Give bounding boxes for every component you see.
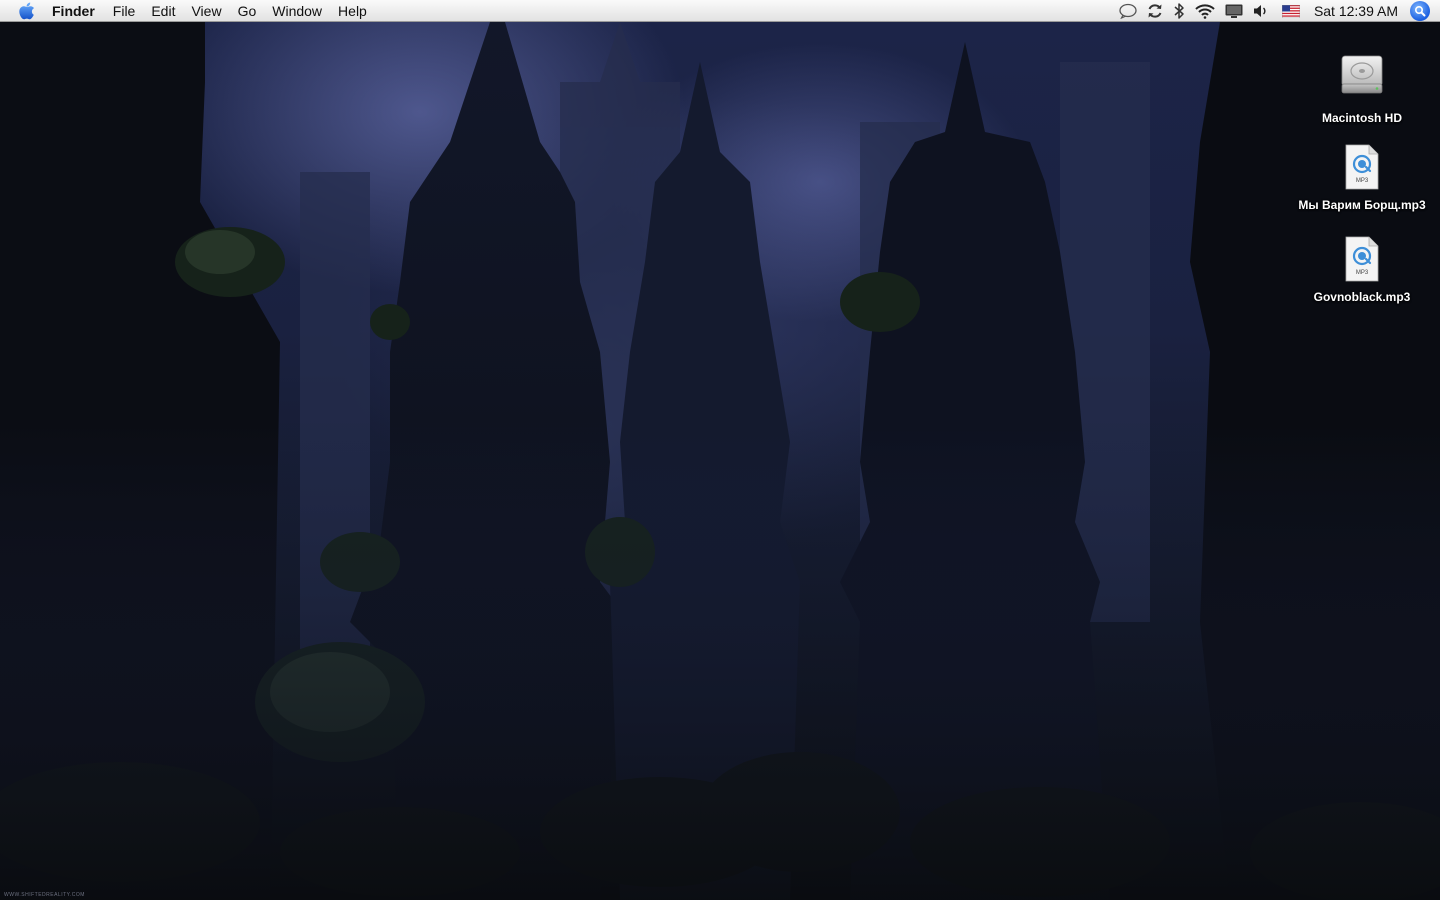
menu-bar: Finder File Edit View Go Window Help Sat… (0, 0, 1440, 22)
desktop-icon-label: Macintosh HD (1321, 111, 1402, 125)
spotlight-search-icon[interactable] (1410, 1, 1430, 21)
display-icon[interactable] (1224, 0, 1244, 22)
menu-file[interactable]: File (105, 0, 144, 22)
speech-bubble-icon[interactable] (1118, 0, 1138, 22)
bluetooth-icon[interactable] (1172, 0, 1186, 22)
menu-extras: Sat 12:39 AM (1114, 0, 1440, 22)
wifi-icon[interactable] (1194, 0, 1216, 22)
wallpaper-watermark: WWW.SHIFTEDREALITY.COM (4, 892, 85, 898)
desktop-icon-label: Мы Варим Борщ.mp3 (1298, 198, 1426, 212)
desktop-icon-label: Govnoblack.mp3 (1313, 290, 1411, 304)
desktop-icon-borsch-mp3[interactable]: MP3 Мы Варим Борщ.mp3 (1287, 144, 1437, 212)
hard-drive-icon (1338, 52, 1386, 103)
mp3-file-icon: MP3 (1344, 236, 1380, 282)
us-flag-input-icon[interactable] (1281, 0, 1300, 22)
desktop-icon-govnoblack-mp3[interactable]: MP3 Govnoblack.mp3 (1287, 236, 1437, 304)
menu-help[interactable]: Help (330, 0, 375, 22)
menubar-clock[interactable]: Sat 12:39 AM (1314, 3, 1398, 19)
mp3-file-icon: MP3 (1344, 144, 1380, 190)
desktop[interactable]: WWW.SHIFTEDREALITY.COM Macintosh HD MP3 … (0, 22, 1440, 900)
menu-items: Finder File Edit View Go Window Help (52, 0, 375, 22)
desktop-icon-macintosh-hd[interactable]: Macintosh HD (1287, 52, 1437, 125)
wallpaper-image (0, 22, 1440, 900)
apple-menu-icon[interactable] (19, 2, 37, 20)
mp3-badge: MP3 (1355, 178, 1369, 184)
sync-icon[interactable] (1146, 0, 1164, 22)
menu-window[interactable]: Window (264, 0, 330, 22)
volume-icon[interactable] (1252, 0, 1270, 22)
menu-edit[interactable]: Edit (143, 0, 183, 22)
mp3-badge: MP3 (1355, 270, 1369, 276)
menu-view[interactable]: View (183, 0, 229, 22)
menu-finder[interactable]: Finder (52, 0, 105, 22)
menu-go[interactable]: Go (230, 0, 265, 22)
